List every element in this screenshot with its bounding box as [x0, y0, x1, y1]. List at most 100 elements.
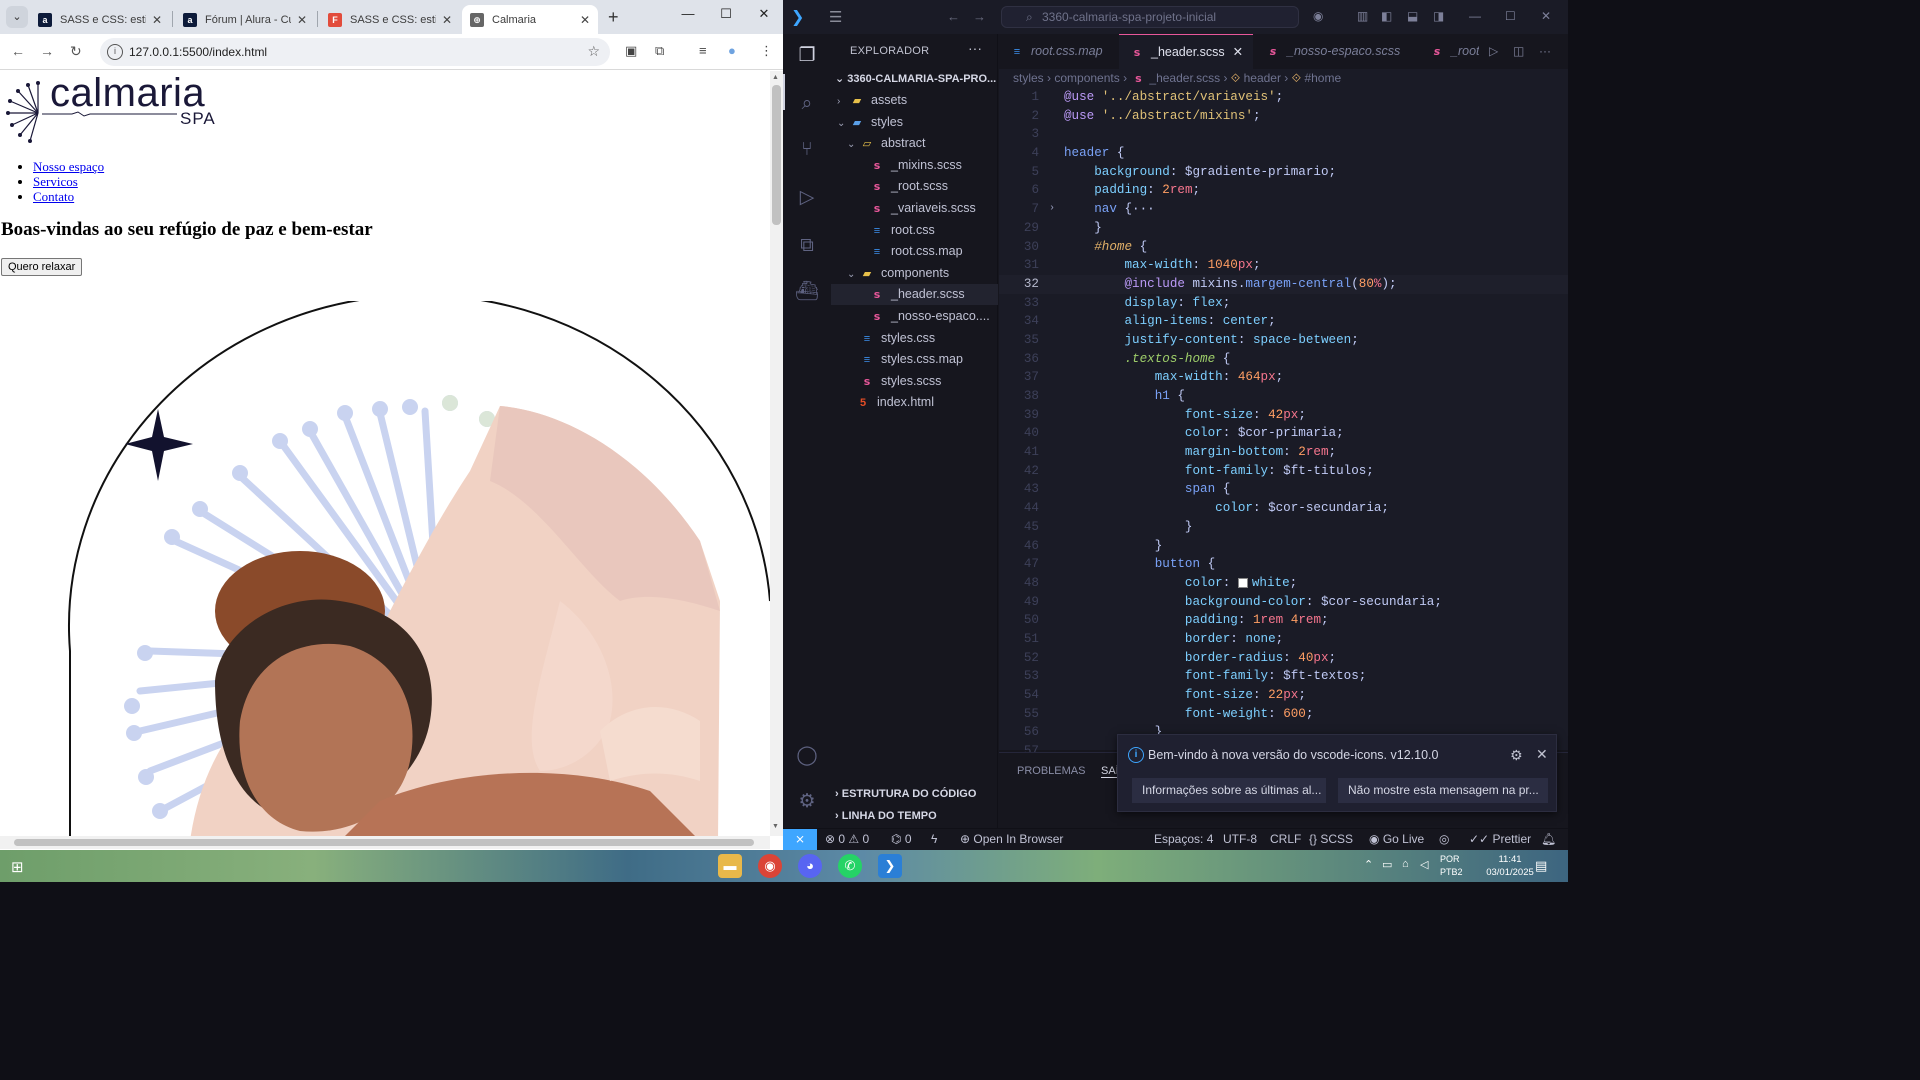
tree-item[interactable]: ⌄ ▱ abstract — [831, 133, 998, 154]
chevron-down-icon[interactable]: ⌄ — [847, 264, 859, 285]
chevron-down-icon[interactable]: ⌄ — [837, 113, 849, 134]
horizontal-scrollbar[interactable] — [0, 836, 770, 849]
tray-display-icon[interactable]: ▭ — [1382, 858, 1392, 871]
tree-item[interactable]: 5 index.html — [831, 392, 998, 413]
code-line[interactable]: 51 border: none; — [999, 630, 1568, 649]
crumb-folder[interactable]: styles — [1013, 71, 1044, 85]
nav-link-servicos[interactable]: Servicos — [33, 174, 78, 189]
code-line[interactable]: 31 max-width: 1040px; — [999, 256, 1568, 275]
code-line[interactable]: 47 button { — [999, 555, 1568, 574]
whatsapp-taskbar-icon[interactable]: ✆ — [838, 854, 862, 878]
maximize-icon[interactable]: ☐ — [1505, 9, 1516, 23]
explorer-more-actions-icon[interactable]: ··· — [968, 40, 982, 56]
tree-item[interactable]: ꜱ styles.scss — [831, 371, 998, 392]
run-icon[interactable]: ▷ — [1489, 44, 1498, 58]
tray-chevron-icon[interactable]: ⌃ — [1364, 858, 1373, 871]
timeline-section[interactable]: › LINHA DO TEMPO — [835, 810, 937, 822]
code-line[interactable]: 52 border-radius: 40px; — [999, 649, 1568, 668]
code-lines[interactable]: 1 @use '../abstract/variaveis'; 2 @use '../… — [999, 88, 1568, 761]
url-text[interactable]: 127.0.0.1:5500/index.html — [129, 45, 267, 59]
nav-link-contato[interactable]: Contato — [33, 189, 74, 204]
nav-back-icon[interactable]: ← — [947, 9, 960, 24]
code-line[interactable]: 6 padding: 2rem; — [999, 181, 1568, 200]
reload-icon[interactable]: ↻ — [70, 43, 82, 60]
close-window-icon[interactable]: ✕ — [754, 6, 774, 22]
fold-chevron-icon[interactable]: › — [1049, 200, 1055, 219]
editor-tab-3[interactable]: ꜱ _root — [1419, 34, 1479, 69]
code-line[interactable]: 49 background-color: $cor-secundaria; — [999, 593, 1568, 612]
command-center-search[interactable]: ⌕ 3360-calmaria-spa-projeto-inicial — [1001, 6, 1299, 28]
tree-item[interactable]: ≡ styles.css.map — [831, 349, 998, 370]
code-line[interactable]: 5 background: $gradiente-primario; — [999, 163, 1568, 182]
tree-item[interactable]: ≡ styles.css — [831, 328, 998, 349]
maximize-icon[interactable]: ☐ — [716, 6, 736, 22]
crumb-folder[interactable]: components — [1054, 71, 1119, 85]
code-line[interactable]: 7 › nav {··· — [999, 200, 1568, 219]
scroll-up-arrow-icon[interactable]: ▲ — [772, 74, 779, 81]
nav-forward-icon[interactable]: → — [973, 9, 986, 24]
forward-icon[interactable]: → — [40, 43, 54, 59]
scroll-down-arrow-icon[interactable]: ▼ — [772, 823, 779, 830]
bookmark-star-icon[interactable]: ☆ — [587, 43, 600, 60]
tray-network-icon[interactable]: ⌂ — [1402, 858, 1409, 870]
code-line[interactable]: 41 margin-bottom: 2rem; — [999, 443, 1568, 462]
browser-tab-0[interactable]: a SASS e CSS: estiliza ✕ — [30, 5, 170, 34]
code-editor[interactable]: ▷ ◫ ··· ≡ root.css.map ꜱ _header.scss ✕ ꜱ _nos… — [999, 34, 1568, 758]
close-tab-icon[interactable]: ✕ — [442, 13, 452, 27]
chevron-down-icon[interactable]: ⌄ — [847, 134, 859, 155]
source-control-icon[interactable]: ⑂ — [795, 138, 819, 162]
close-tab-icon[interactable]: ✕ — [297, 13, 307, 27]
chrome-taskbar-icon[interactable]: ◉ — [758, 854, 782, 878]
discord-taskbar-icon[interactable]: ◕ — [798, 854, 822, 878]
browser-tab-2[interactable]: F SASS e CSS: estiliza ✕ — [320, 5, 460, 34]
split-editor-icon[interactable]: ◫ — [1513, 44, 1524, 58]
tab-search-chevron-icon[interactable]: ⌄ — [6, 6, 28, 28]
code-line[interactable]: 37 max-width: 464px; — [999, 368, 1568, 387]
eol-status[interactable]: CRLF — [1270, 832, 1301, 846]
tree-item[interactable]: ⌄ ▰ styles — [831, 112, 998, 133]
code-line[interactable]: 38 h1 { — [999, 387, 1568, 406]
site-info-icon[interactable]: i — [107, 44, 123, 60]
dont-show-again-button[interactable]: Não mostre esta mensagem na pr... — [1338, 778, 1548, 803]
tree-item[interactable]: ⌄ ▰ components — [831, 263, 998, 284]
remote-indicator-icon[interactable]: ⨯ — [783, 829, 817, 851]
toggle-sidebar-icon[interactable]: ◧ — [1381, 9, 1392, 23]
code-line[interactable]: 55 font-weight: 600; — [999, 705, 1568, 724]
crumb-symbol[interactable]: #home — [1304, 71, 1341, 85]
tree-item[interactable]: ꜱ _mixins.scss — [831, 155, 998, 176]
tree-item[interactable]: ꜱ _variaveis.scss — [831, 198, 998, 219]
file-explorer-icon[interactable]: ▬ — [718, 854, 742, 878]
code-line[interactable]: 2 @use '../abstract/mixins'; — [999, 107, 1568, 126]
minimize-icon[interactable]: — — [1469, 9, 1481, 23]
copilot-status-icon[interactable]: ◎ — [1439, 832, 1449, 846]
code-line[interactable]: 33 display: flex; — [999, 294, 1568, 313]
code-line[interactable]: 4 header { — [999, 144, 1568, 163]
code-line[interactable]: 45 } — [999, 518, 1568, 537]
notifications-bell-icon[interactable]: 🔔︎ — [1541, 832, 1556, 846]
prettier-status[interactable]: ✓✓ Prettier — [1469, 832, 1531, 846]
copilot-icon[interactable]: ◉ — [1313, 9, 1323, 23]
quero-relaxar-button[interactable]: Quero relaxar — [1, 258, 83, 276]
panel-tab-problems[interactable]: PROBLEMAS — [1017, 765, 1085, 777]
editor-more-icon[interactable]: ··· — [1539, 44, 1551, 58]
profile-avatar-icon[interactable]: ● — [728, 43, 736, 58]
code-line[interactable]: 48 color: white; — [999, 574, 1568, 593]
code-line[interactable]: 43 span { — [999, 480, 1568, 499]
nav-link-nosso-espaco[interactable]: Nosso espaço — [33, 159, 104, 174]
extensions-icon[interactable]: ⧉ — [795, 234, 819, 258]
outline-section[interactable]: › ESTRUTURA DO CÓDIGO — [835, 788, 976, 800]
close-tab-icon[interactable]: ✕ — [152, 13, 162, 27]
address-bar[interactable]: i 127.0.0.1:5500/index.html ☆ — [100, 38, 610, 66]
tree-item[interactable]: › ▰ assets — [831, 90, 998, 111]
code-line[interactable]: 42 font-family: $ft-titulos; — [999, 462, 1568, 481]
project-root-folder[interactable]: ⌄ 3360-CALMARIA-SPA-PRO... — [835, 72, 996, 85]
browser-tab-1[interactable]: a Fórum | Alura - Cur ✕ — [175, 5, 315, 34]
code-line[interactable]: 1 @use '../abstract/variaveis'; — [999, 88, 1568, 107]
code-line[interactable]: 36 .textos-home { — [999, 350, 1568, 369]
tree-item[interactable]: ≡ root.css — [831, 220, 998, 241]
indentation-status[interactable]: Espaços: 4 — [1154, 832, 1213, 846]
code-line[interactable]: 46 } — [999, 537, 1568, 556]
run-debug-icon[interactable]: ▷ — [795, 186, 819, 210]
problems-status[interactable]: ⊗ 0 ⚠ 0 — [825, 832, 869, 846]
new-tab-plus-icon[interactable]: + — [608, 7, 619, 28]
